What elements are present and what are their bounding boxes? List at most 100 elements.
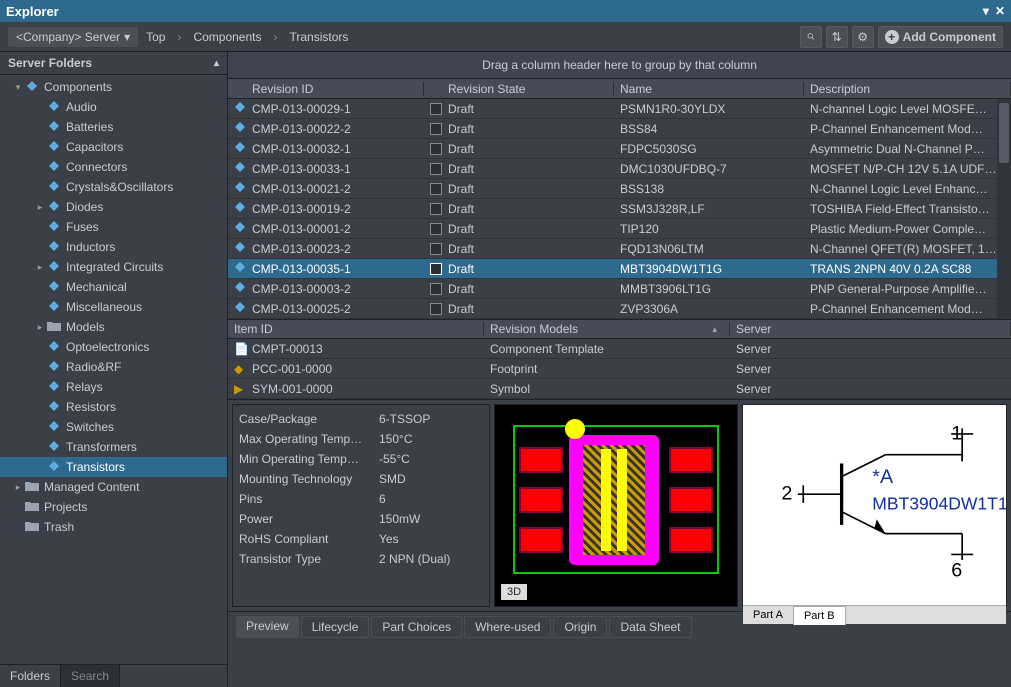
- tree-item-relays[interactable]: Relays: [0, 377, 227, 397]
- models-row[interactable]: 📄CMPT-00013Component Template Server: [228, 339, 1011, 359]
- tab-lifecycle[interactable]: Lifecycle: [301, 616, 370, 638]
- tree-item-models[interactable]: ▸Models: [0, 317, 227, 337]
- property-value: -55°C: [379, 452, 483, 466]
- tree-item-audio[interactable]: Audio: [0, 97, 227, 117]
- table-row[interactable]: CMP-013-00001-2DraftTIP120Plastic Medium…: [228, 219, 1011, 239]
- tab-origin[interactable]: Origin: [553, 616, 607, 638]
- tree-item-diodes[interactable]: ▸Diodes: [0, 197, 227, 217]
- table-row[interactable]: CMP-013-00022-2DraftBSS84P-Channel Enhan…: [228, 119, 1011, 139]
- state-checkbox[interactable]: [430, 103, 442, 115]
- pin-6-label: 6: [951, 559, 962, 581]
- table-row[interactable]: CMP-013-00035-1DraftMBT3904DW1T1GTRANS 2…: [228, 259, 1011, 279]
- cell-item-id: PCC-001-0000: [252, 362, 332, 376]
- expand-icon[interactable]: ▸: [34, 322, 46, 333]
- expand-icon[interactable]: ▾: [12, 82, 24, 93]
- expand-icon[interactable]: ▸: [12, 482, 24, 493]
- tree-item-connectors[interactable]: Connectors: [0, 157, 227, 177]
- tree-item-transformers[interactable]: Transformers: [0, 437, 227, 457]
- tab-part-a[interactable]: Part A: [743, 606, 793, 624]
- tab-data-sheet[interactable]: Data Sheet: [609, 616, 691, 638]
- table-row[interactable]: CMP-013-00033-1DraftDMC1030UFDBQ-7MOSFET…: [228, 159, 1011, 179]
- state-checkbox[interactable]: [430, 123, 442, 135]
- table-row[interactable]: CMP-013-00019-2DraftSSM3J328R,LFTOSHIBA …: [228, 199, 1011, 219]
- breadcrumb-item[interactable]: Top: [142, 30, 169, 44]
- collapse-icon[interactable]: ▴: [214, 58, 219, 69]
- symbol-canvas[interactable]: 1 2 6: [743, 405, 1006, 605]
- scrollbar[interactable]: [997, 99, 1011, 319]
- tree-item-batteries[interactable]: Batteries: [0, 117, 227, 137]
- cell-name: MMBT3906LT1G: [614, 282, 804, 296]
- col-header-item-id[interactable]: Item ID: [228, 322, 484, 336]
- state-checkbox[interactable]: [430, 263, 442, 275]
- search-button[interactable]: [800, 26, 822, 48]
- tree-item-transistors[interactable]: Transistors: [0, 457, 227, 477]
- tree-item-trash[interactable]: Trash: [0, 517, 227, 537]
- tree-item-integrated-circuits[interactable]: ▸Integrated Circuits: [0, 257, 227, 277]
- table-row[interactable]: CMP-013-00025-2DraftZVP3306AP-Channel En…: [228, 299, 1011, 319]
- tree-item-managed-content[interactable]: ▸ Managed Content: [0, 477, 227, 497]
- state-checkbox[interactable]: [430, 143, 442, 155]
- table-row[interactable]: CMP-013-00032-1DraftFDPC5030SGAsymmetric…: [228, 139, 1011, 159]
- scrollbar-thumb[interactable]: [999, 103, 1009, 163]
- tab-search[interactable]: Search: [61, 665, 120, 687]
- toggle-3d-button[interactable]: 3D: [501, 584, 527, 600]
- cell-item-id: CMPT-00013: [252, 342, 323, 356]
- add-component-button[interactable]: + Add Component: [878, 26, 1003, 48]
- sidebar-header[interactable]: Server Folders ▴: [0, 52, 227, 75]
- expand-icon[interactable]: ▸: [34, 202, 46, 213]
- table-row[interactable]: CMP-013-00023-2DraftFQD13N06LTMN-Channel…: [228, 239, 1011, 259]
- tree-item-radio-rf[interactable]: Radio&RF: [0, 357, 227, 377]
- tree-item-miscellaneous[interactable]: Miscellaneous: [0, 297, 227, 317]
- col-header-description[interactable]: Description: [804, 82, 1011, 96]
- tree-item-inductors[interactable]: Inductors: [0, 237, 227, 257]
- tree-item-optoelectronics[interactable]: Optoelectronics: [0, 337, 227, 357]
- state-checkbox[interactable]: [430, 283, 442, 295]
- cell-name: PSMN1R0-30YLDX: [614, 102, 804, 116]
- expand-icon[interactable]: ▸: [34, 262, 46, 273]
- refresh-button[interactable]: ⇅: [826, 26, 848, 48]
- col-header-name[interactable]: Name: [614, 82, 804, 96]
- folder-icon: [46, 320, 62, 335]
- table-row[interactable]: CMP-013-00021-2DraftBSS138N-Channel Logi…: [228, 179, 1011, 199]
- models-row[interactable]: ▶SYM-001-0000Symbol Server: [228, 379, 1011, 399]
- tree-label: Managed Content: [44, 480, 139, 494]
- col-header-revision-state[interactable]: Revision State: [424, 82, 614, 96]
- group-by-bar[interactable]: Drag a column header here to group by th…: [228, 52, 1011, 79]
- component-icon: [46, 380, 62, 395]
- tab-part-choices[interactable]: Part Choices: [371, 616, 462, 638]
- col-header-revision-models[interactable]: Revision Models ▴: [484, 322, 730, 336]
- tab-preview[interactable]: Preview: [236, 616, 299, 638]
- breadcrumb-item[interactable]: Transistors: [286, 30, 353, 44]
- state-checkbox[interactable]: [430, 243, 442, 255]
- tree-item-capacitors[interactable]: Capacitors: [0, 137, 227, 157]
- tab-folders[interactable]: Folders: [0, 665, 61, 687]
- table-row[interactable]: CMP-013-00029-1DraftPSMN1R0-30YLDXN-chan…: [228, 99, 1011, 119]
- state-checkbox[interactable]: [430, 203, 442, 215]
- tab-part-b[interactable]: Part B: [793, 606, 846, 625]
- tree-item-mechanical[interactable]: Mechanical: [0, 277, 227, 297]
- state-checkbox[interactable]: [430, 223, 442, 235]
- property-row: Transistor Type2 NPN (Dual): [239, 549, 483, 569]
- models-row[interactable]: ◆PCC-001-0000Footprint Server: [228, 359, 1011, 379]
- footprint-preview[interactable]: 3D: [494, 404, 738, 607]
- tree-item-switches[interactable]: Switches: [0, 417, 227, 437]
- state-checkbox[interactable]: [430, 303, 442, 315]
- dropdown-icon[interactable]: ▾: [983, 4, 989, 18]
- col-header-revision-id[interactable]: Revision ID: [228, 82, 424, 96]
- tab-where-used[interactable]: Where-used: [464, 616, 551, 638]
- state-checkbox[interactable]: [430, 183, 442, 195]
- tree-item-projects[interactable]: Projects: [0, 497, 227, 517]
- tree-item-crystals-oscillators[interactable]: Crystals&Oscillators: [0, 177, 227, 197]
- close-icon[interactable]: ✕: [995, 4, 1005, 18]
- tree-item-components[interactable]: ▾Components: [0, 77, 227, 97]
- server-selector[interactable]: <Company> Server ▾: [8, 27, 138, 47]
- table-row[interactable]: CMP-013-00003-2DraftMMBT3906LT1GPNP Gene…: [228, 279, 1011, 299]
- cell-revision-id: CMP-013-00003-2: [252, 282, 351, 296]
- col-header-server[interactable]: Server: [730, 322, 1011, 336]
- breadcrumb-item[interactable]: Components: [189, 30, 265, 44]
- tree-item-fuses[interactable]: Fuses: [0, 217, 227, 237]
- tree-item-resistors[interactable]: Resistors: [0, 397, 227, 417]
- settings-button[interactable]: ⚙: [852, 26, 874, 48]
- state-checkbox[interactable]: [430, 163, 442, 175]
- cell-description: N-Channel QFET(R) MOSFET, 1…: [804, 242, 1011, 256]
